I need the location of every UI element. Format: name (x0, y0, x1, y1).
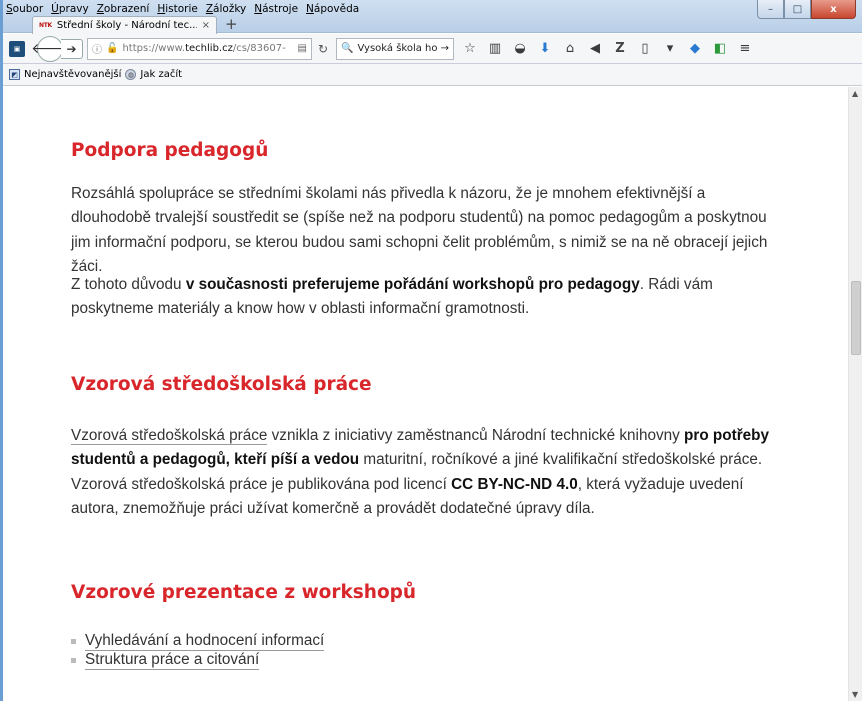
model-thesis-link[interactable]: Vzorová středoškolská práce (71, 427, 268, 445)
bookmarks-toolbar: ◩ Nejnavštěvovanější ◍ Jak začít (3, 64, 862, 86)
back-button[interactable]: 🡐 (31, 35, 69, 62)
navigation-toolbar: ▣ 🡐 ➔ ⓘ 🔓 https://www.techlib.cz/cs/8360… (3, 34, 862, 64)
menu-nastroje[interactable]: Nástroje (254, 3, 298, 19)
hamburger-menu-icon[interactable]: ≡ (737, 41, 753, 57)
downloads-icon[interactable]: ⬇ (537, 41, 553, 57)
search-icon: 🔍 (341, 43, 354, 54)
dropdown-chevron-icon[interactable]: ▾ (662, 41, 678, 57)
link-structure-citation[interactable]: Struktura práce a citování (85, 651, 260, 670)
forward-arrow-icon: ➔ (66, 41, 77, 56)
lock-warning-icon[interactable]: 🔓 (106, 43, 118, 54)
home-icon[interactable]: ⌂ (562, 41, 578, 57)
maximize-button[interactable]: □ (784, 0, 811, 19)
bookmark-most-visited[interactable]: Nejnavštěvovanější (24, 69, 121, 80)
tab-close-icon[interactable]: × (202, 20, 210, 31)
url-bar[interactable]: ⓘ 🔓 https://www.techlib.cz/cs/83607- ▤ (87, 37, 312, 60)
browser-tab-active[interactable]: NTK Střední školy - Národní tec... × (32, 16, 217, 34)
forward-button[interactable]: ➔ (61, 38, 83, 59)
bookmark-star-icon[interactable]: ☆ (462, 41, 478, 57)
presentation-links-list: Vyhledávání a hodnocení informací Strukt… (71, 632, 325, 670)
page-icon[interactable]: ▯ (637, 41, 653, 57)
diamond-extension-icon[interactable]: ◆ (687, 41, 703, 57)
toolbar-icons: ☆ ▥ ◒ ⬇ ⌂ ◀ Z ▯ ▾ ◆ ◧ ≡ (462, 41, 753, 57)
extension-icon[interactable]: ▣ (9, 40, 25, 57)
search-bar[interactable]: 🔍 Vysoká škola hot → (336, 37, 454, 60)
vertical-scrollbar[interactable]: ▲ ▼ (848, 87, 862, 701)
reload-icon[interactable]: ↻ (314, 42, 332, 56)
search-input[interactable]: Vysoká škola hot (357, 43, 436, 54)
close-window-button[interactable]: x (811, 0, 856, 19)
page-content: Podpora pedagogů Rozsáhlá spolupráce se … (3, 87, 848, 701)
link-search-evaluate-info[interactable]: Vyhledávání a hodnocení informací (85, 632, 325, 651)
reader-view-icon[interactable]: ▤ (298, 43, 307, 54)
bullet-icon (71, 639, 76, 644)
scrollbar-thumb[interactable] (851, 281, 861, 355)
heading-workshop-presentations: Vzorové prezentace z workshopů (71, 582, 417, 603)
tab-title: Střední školy - Národní tec... (56, 20, 197, 31)
minimize-button[interactable]: – (757, 0, 784, 19)
bookmark-folder-icon: ◩ (9, 69, 20, 80)
menu-napoveda[interactable]: Nápověda (306, 3, 359, 19)
zotero-icon[interactable]: Z (612, 41, 628, 57)
back-forward-group: 🡐 ➔ (31, 35, 83, 62)
green-extension-icon[interactable]: ◧ (712, 41, 728, 57)
scroll-down-icon[interactable]: ▼ (852, 690, 858, 699)
heading-model-thesis: Vzorová středoškolská práce (71, 374, 372, 395)
globe-icon: ◍ (125, 69, 137, 80)
paragraph-model-thesis: Vzorová středoškolská práce vznikla z in… (71, 427, 769, 517)
paragraph-workshops: Z tohoto důvodu v současnosti preferujem… (71, 276, 713, 318)
new-tab-button[interactable]: + (225, 16, 238, 32)
heading-support-teachers: Podpora pedagogů (71, 140, 269, 161)
bookmark-getting-started[interactable]: Jak začít (140, 69, 182, 80)
scroll-up-icon[interactable]: ▲ (852, 89, 858, 98)
send-icon[interactable]: ◀ (587, 41, 603, 57)
info-icon[interactable]: ⓘ (92, 41, 102, 56)
url-text: https://www.techlib.cz/cs/83607- (122, 43, 286, 54)
list-item: Vyhledávání a hodnocení informací (71, 632, 325, 651)
search-go-icon[interactable]: → (441, 43, 449, 54)
bullet-icon (71, 658, 76, 663)
bookmarks-list-icon[interactable]: ▥ (487, 41, 503, 57)
list-item: Struktura práce a citování (71, 651, 324, 670)
paragraph-cooperation: Rozsáhlá spolupráce se středními školami… (71, 185, 768, 275)
pocket-icon[interactable]: ◒ (512, 41, 528, 57)
ntk-favicon-icon: NTK (39, 22, 52, 29)
window-controls: – □ x (757, 0, 856, 19)
